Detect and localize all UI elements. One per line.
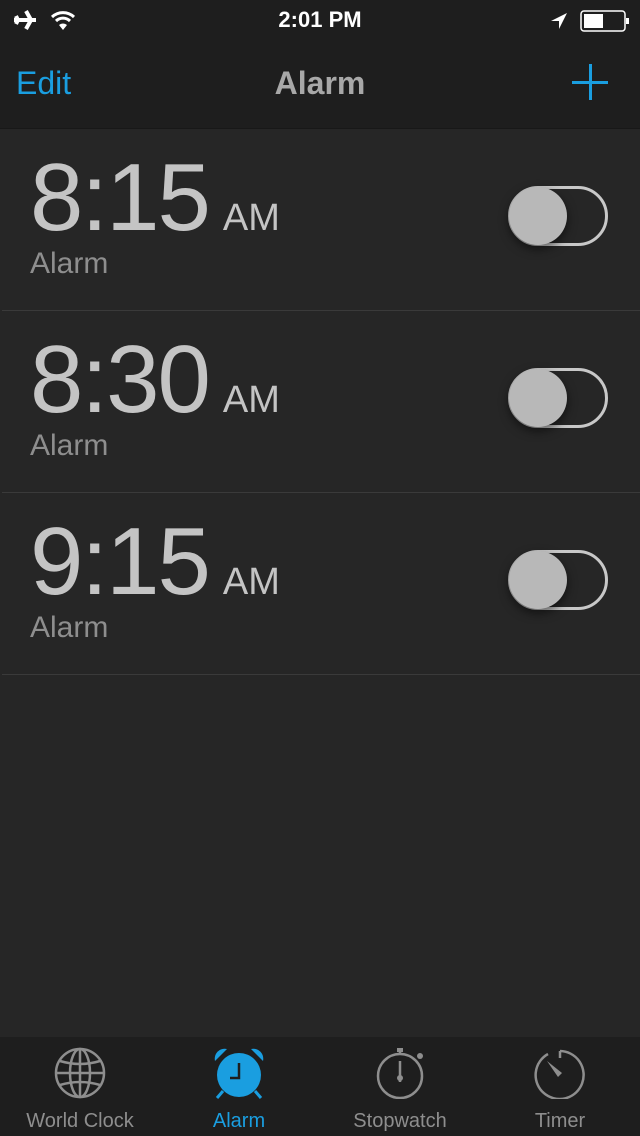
alarm-time-value: 8:15 (30, 144, 211, 251)
page-title: Alarm (274, 65, 366, 101)
alarm-list: 8:15 AM Alarm 8:30 AM Alarm 9:15 AM Alarm (0, 129, 640, 675)
tab-alarm[interactable]: Alarm (159, 1037, 319, 1136)
tab-label: Timer (534, 1110, 586, 1132)
toggle-knob (509, 369, 567, 427)
alarm-label: Alarm (30, 429, 109, 462)
alarm-label: Alarm (30, 611, 109, 644)
alarm-time: 8:30 AM (30, 325, 280, 435)
battery-level (584, 14, 603, 28)
alarm-time-value: 8:30 (30, 326, 211, 433)
alarm-toggle[interactable] (508, 186, 608, 246)
navigation-bar: Edit Alarm (0, 40, 640, 128)
alarm-period: AM (222, 197, 280, 239)
tab-timer[interactable]: Timer (480, 1037, 640, 1136)
battery-icon (580, 10, 629, 32)
status-bar: 2:01 PM (0, 0, 640, 40)
toggle-knob (509, 551, 567, 609)
alarm-time-value: 9:15 (30, 508, 211, 615)
toggle-knob (509, 187, 567, 245)
tab-label: World Clock (26, 1110, 134, 1132)
tab-stopwatch[interactable]: Stopwatch (320, 1037, 480, 1136)
location-arrow-icon (551, 13, 567, 29)
alarm-row[interactable]: 8:15 AM Alarm (2, 129, 640, 311)
globe-icon (54, 1047, 106, 1099)
alarm-toggle[interactable] (508, 368, 608, 428)
tab-label: Alarm (212, 1110, 266, 1132)
alarm-clock-icon (214, 1048, 264, 1099)
alarm-period: AM (222, 561, 280, 603)
alarm-row[interactable]: 8:30 AM Alarm (2, 311, 640, 493)
add-alarm-button[interactable] (570, 62, 610, 102)
alarm-period: AM (222, 379, 280, 421)
alarm-toggle[interactable] (508, 550, 608, 610)
tab-world-clock[interactable]: World Clock (0, 1037, 160, 1136)
timer-icon (534, 1049, 585, 1099)
alarm-row[interactable]: 9:15 AM Alarm (2, 493, 640, 675)
top-bar: 2:01 PM Edit Alarm (0, 0, 640, 129)
tab-bar: World Clock Alarm Stopwatch Timer (0, 1037, 640, 1136)
alarm-label: Alarm (30, 247, 109, 280)
tab-label: Stopwatch (353, 1110, 447, 1132)
status-time: 2:01 PM (278, 7, 362, 32)
edit-button[interactable]: Edit (16, 65, 71, 102)
alarm-time: 9:15 AM (30, 507, 280, 617)
alarm-time: 8:15 AM (30, 143, 280, 253)
stopwatch-icon (376, 1048, 424, 1099)
